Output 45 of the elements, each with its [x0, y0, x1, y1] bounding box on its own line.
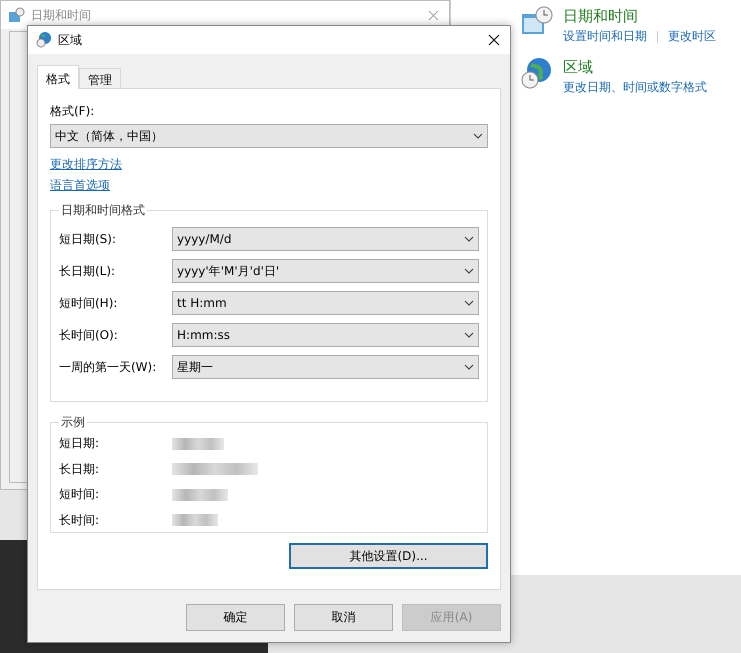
- globe-clock-icon: [521, 57, 553, 89]
- field-label: 长时间(O):: [59, 326, 119, 344]
- blurred-value: [172, 514, 218, 526]
- format-dropdown[interactable]: 中文（简体，中国）: [50, 124, 488, 148]
- blurred-value: [172, 438, 224, 450]
- close-icon[interactable]: [488, 34, 500, 46]
- format-label: 格式(F):: [50, 103, 96, 120]
- window-title: 区域: [58, 32, 82, 48]
- category-link[interactable]: 设置时间和日期: [563, 28, 647, 45]
- field-label: 短日期(S):: [59, 230, 118, 248]
- group-title: 示例: [60, 414, 86, 431]
- globe-clock-icon: [36, 32, 52, 48]
- tab[interactable]: 格式: [37, 65, 79, 89]
- blurred-value: [172, 488, 228, 501]
- calendar-clock-icon: [9, 7, 25, 23]
- sample-label: 短日期:: [59, 435, 100, 452]
- category-link[interactable]: 更改日期、时间或数字格式: [563, 79, 707, 96]
- caret-icon: [464, 236, 474, 242]
- format-dropdown[interactable]: tt H:mm: [172, 291, 479, 315]
- format-dropdown[interactable]: yyyy/M/d: [172, 227, 479, 251]
- link[interactable]: 语言首选项: [50, 175, 110, 196]
- category-link[interactable]: 更改时区: [668, 28, 716, 45]
- caret-icon: [464, 332, 474, 338]
- category-title[interactable]: 日期和时间: [563, 6, 716, 26]
- field-label: 一周的第一天(W):: [59, 358, 158, 376]
- caret-icon: [473, 133, 483, 139]
- caret-icon: [464, 268, 474, 274]
- sample-label: 长日期:: [59, 460, 100, 478]
- sample-label: 短时间:: [59, 486, 100, 504]
- format-dropdown[interactable]: H:mm:ss: [172, 323, 479, 347]
- caret-icon: [464, 364, 474, 370]
- link[interactable]: 更改排序方法: [50, 154, 122, 175]
- dialog-button[interactable]: 取消: [294, 604, 393, 631]
- group-title: 日期和时间格式: [60, 202, 146, 219]
- format-dropdown[interactable]: yyyy'年'M'月'd'日': [172, 259, 479, 283]
- dialog-button[interactable]: 确定: [186, 604, 285, 631]
- sample-label: 长时间:: [59, 512, 100, 529]
- caret-icon: [464, 300, 474, 306]
- category-title[interactable]: 区域: [563, 57, 707, 77]
- field-label: 长日期(L):: [59, 262, 116, 280]
- field-label: 短时间(H):: [59, 294, 118, 312]
- format-dropdown[interactable]: 星期一: [172, 355, 479, 379]
- window-title: 日期和时间: [31, 6, 91, 24]
- additional-settings-button[interactable]: 其他设置(D)...: [289, 543, 488, 569]
- tab[interactable]: 管理: [79, 68, 121, 88]
